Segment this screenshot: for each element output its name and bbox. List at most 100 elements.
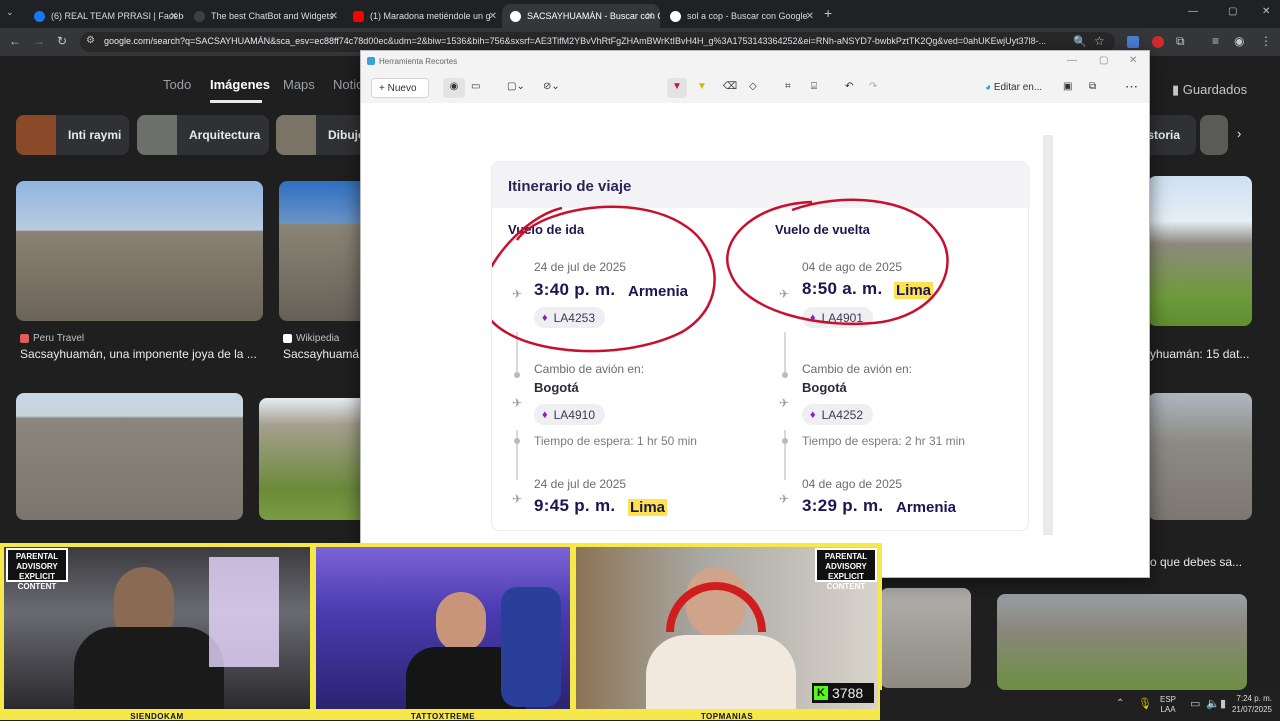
- text-actions-icon[interactable]: ⌸: [811, 81, 817, 92]
- result-image-right-2[interactable]: [1148, 393, 1252, 520]
- site-info-icon[interactable]: ⚙: [86, 35, 95, 46]
- address-bar[interactable]: google.com/search?q=SACSAYHUAMÁN&sca_esv…: [80, 32, 1115, 52]
- save-icon[interactable]: ▣: [1063, 81, 1072, 92]
- network-icon[interactable]: ▭: [1190, 697, 1200, 710]
- result-caption[interactable]: Sacsayhuamán, una imponente joya de la .…: [20, 347, 265, 361]
- result-image-bottom-1[interactable]: [880, 588, 971, 688]
- result-image-walls-2[interactable]: [259, 398, 369, 520]
- delay-icon[interactable]: ⊘⌄: [543, 81, 560, 92]
- forward-icon[interactable]: →: [33, 34, 45, 48]
- headset: [666, 582, 766, 632]
- nav-all[interactable]: Todo: [163, 77, 191, 92]
- profile-icon[interactable]: ◉: [1234, 34, 1244, 48]
- paint-icon: ◕: [985, 82, 994, 93]
- nav-maps[interactable]: Maps: [283, 77, 315, 92]
- edit-in-button[interactable]: ◕ Editar en...: [985, 82, 1042, 93]
- video-mode-icon[interactable]: ▭: [471, 81, 480, 92]
- reload-icon[interactable]: ↻: [57, 34, 67, 48]
- webcam-tattoxtreme: [312, 543, 574, 713]
- chip-arquitectura[interactable]: Arquitectura: [137, 115, 269, 155]
- crop-icon[interactable]: ⌗: [785, 81, 791, 92]
- screenshot-scrollbar[interactable]: [1043, 135, 1053, 535]
- chip-inti-raymi[interactable]: Inti raymi: [16, 115, 129, 155]
- advisory-text: PARENTAL ADVISORY EXPLICIT CONTENT: [824, 552, 868, 591]
- tab-title: The best ChatBot and Widgets: [211, 11, 334, 21]
- result-caption[interactable]: o que debes sa...: [1150, 555, 1270, 569]
- undo-icon[interactable]: ↶: [845, 81, 853, 92]
- viewer-counter: K 3788: [812, 683, 874, 703]
- chip-dibujo[interactable]: Dibujo: [276, 115, 366, 155]
- new-snip-button[interactable]: + Nuevo: [371, 78, 429, 98]
- bookmark-star-icon[interactable]: ☆: [1094, 34, 1105, 48]
- snip-titlebar: Herramienta Recortes: [361, 51, 1149, 71]
- snip-canvas: Itinerario de viaje Vuelo de ida 24 de j…: [361, 103, 1149, 577]
- snip-minimize-icon[interactable]: —: [1067, 55, 1077, 66]
- return-circle-annotation: [726, 198, 949, 326]
- redo-icon[interactable]: ↷: [869, 81, 877, 92]
- result-caption[interactable]: yhuamán: 15 dat...: [1150, 347, 1270, 361]
- tab-sacsayhuaman[interactable]: SACSAYHUAMÁN - Buscar con G ✕: [502, 4, 660, 28]
- close-icon[interactable]: ✕: [646, 11, 654, 22]
- clock-time: 7:24 p. m.: [1236, 694, 1272, 703]
- maximize-icon[interactable]: ▢: [1228, 6, 1237, 17]
- reading-list-icon[interactable]: ≡: [1212, 34, 1219, 48]
- source-favicon: [20, 334, 29, 343]
- back-icon[interactable]: ←: [9, 34, 21, 48]
- result-caption[interactable]: Sacsayhuamá: [283, 347, 360, 361]
- result-source[interactable]: Peru Travel: [33, 333, 84, 344]
- result-image-walls-1[interactable]: [16, 393, 243, 520]
- gaming-chair: [501, 587, 561, 707]
- tab-title: sol a cop - Buscar con Google: [687, 11, 808, 21]
- windows-taskbar: ⌃ 🎙 ESP LAA ▭ 🔈 ▮ 7:24 p. m. 21/07/2025: [880, 690, 1280, 720]
- extensions-icon[interactable]: ⧉: [1176, 34, 1185, 49]
- menu-icon[interactable]: ⋮: [1260, 34, 1272, 48]
- copy-icon[interactable]: ⧉: [1089, 81, 1096, 92]
- streamer-silhouette: [436, 592, 486, 652]
- highlighter-icon[interactable]: ▼: [697, 81, 707, 92]
- chips-next-icon[interactable]: ›: [1237, 126, 1241, 141]
- pc-case: [209, 557, 279, 667]
- eraser-icon[interactable]: ⌫: [723, 81, 737, 92]
- clock[interactable]: 7:24 p. m. 21/07/2025: [1224, 693, 1280, 715]
- tab-youtube[interactable]: (1) Maradona metiéndole un g ✕: [345, 4, 503, 28]
- translate-icon[interactable]: [1127, 36, 1139, 48]
- more-options-icon[interactable]: ⋯: [1125, 79, 1138, 95]
- snip-shape-icon[interactable]: ▢⌄: [507, 81, 525, 92]
- tab-sol-a-cop[interactable]: sol a cop - Buscar con Google ✕: [662, 4, 820, 28]
- new-tab-button[interactable]: +: [824, 5, 832, 21]
- result-image-bottom-2[interactable]: [997, 594, 1247, 690]
- result-image-right-1[interactable]: [1148, 176, 1252, 326]
- nav-images[interactable]: Imágenes: [210, 77, 270, 92]
- result-image-wikipedia[interactable]: [279, 181, 369, 321]
- saved-link[interactable]: ▮ Guardados: [1172, 82, 1247, 98]
- close-icon[interactable]: ✕: [170, 11, 178, 22]
- parental-advisory-label: PARENTAL ADVISORY EXPLICIT CONTENT: [815, 548, 877, 591]
- camera-mode-icon[interactable]: ◉: [443, 78, 465, 98]
- snip-app-title: Herramienta Recortes: [379, 57, 458, 66]
- show-hidden-icons[interactable]: ⌃: [1116, 698, 1124, 709]
- snip-app-icon: [367, 57, 375, 65]
- nav-news[interactable]: Notic: [333, 77, 363, 92]
- lang-code: ESP: [1160, 695, 1177, 704]
- result-image-peru-travel[interactable]: [16, 181, 263, 321]
- close-icon[interactable]: ✕: [489, 11, 497, 22]
- lang-layout: LAA: [1160, 705, 1176, 714]
- close-icon[interactable]: ✕: [806, 11, 814, 22]
- snip-maximize-icon[interactable]: ▢: [1099, 55, 1108, 66]
- pen-icon[interactable]: ▼: [667, 78, 687, 98]
- snip-close-icon[interactable]: ✕: [1129, 55, 1137, 66]
- tab-facebook[interactable]: (6) REAL TEAM PRRASI | Facebo ✕: [26, 4, 184, 28]
- result-source[interactable]: Wikipedia: [296, 333, 339, 344]
- volume-icon[interactable]: 🔈: [1206, 697, 1220, 710]
- tab-search-icon[interactable]: ⌄: [6, 7, 14, 18]
- zoom-icon[interactable]: 🔍: [1073, 35, 1087, 48]
- extension-red-icon[interactable]: [1152, 36, 1164, 48]
- bookmark-icon: ▮: [1172, 82, 1183, 97]
- shapes-icon[interactable]: ◇: [749, 81, 757, 92]
- tab-chatbot[interactable]: The best ChatBot and Widgets ✕: [186, 4, 344, 28]
- microphone-icon[interactable]: 🎙: [1138, 697, 1152, 710]
- close-icon[interactable]: ✕: [330, 11, 338, 22]
- language-indicator[interactable]: ESP LAA: [1160, 695, 1176, 715]
- minimize-icon[interactable]: —: [1188, 6, 1198, 17]
- close-window-icon[interactable]: ✕: [1262, 6, 1270, 17]
